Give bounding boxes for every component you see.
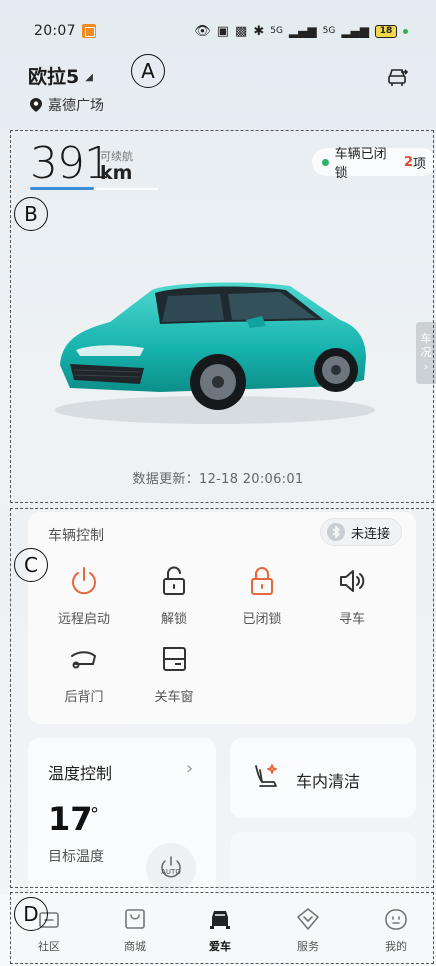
car-name: 欧拉5 (28, 66, 80, 88)
notification-app-icon (81, 24, 96, 38)
location-pin-icon (30, 98, 42, 112)
signal-2-label: 5G (322, 26, 336, 36)
location[interactable]: 嘉德广场 (30, 95, 104, 115)
region-d-outline (10, 892, 434, 964)
bluetooth-icon: ✱ (253, 23, 265, 39)
marker-d: D (14, 897, 48, 931)
region-c-outline (10, 508, 434, 888)
car-selector[interactable]: 欧拉5 ◢ (28, 62, 93, 89)
region-b-outline (10, 130, 434, 503)
eye-icon: 👁 (194, 23, 211, 39)
signal-1-icon: ▂▄▆ (288, 24, 317, 38)
status-bar: 20:07 👁 ▣ ▩ ✱ 5G ▂▄▆ 5G ▂▄▆ 18 (0, 18, 436, 44)
location-text: 嘉德广场 (48, 98, 104, 114)
marker-b: B (14, 197, 48, 231)
caret-down-icon: ◢ (85, 72, 93, 83)
marker-a: A (131, 54, 165, 88)
car-switch-icon[interactable] (386, 66, 410, 90)
signal-1-label: 5G (270, 26, 283, 36)
status-icons: 👁 ▣ ▩ ✱ 5G ▂▄▆ 5G ▂▄▆ 18 (194, 24, 408, 39)
battery-icon: 18 (375, 24, 397, 38)
status-time: 20:07 (34, 23, 76, 39)
signal-2-icon: ▂▄▆ (341, 24, 369, 38)
active-dot (403, 28, 408, 34)
app-screen: 20:07 👁 ▣ ▩ ✱ 5G ▂▄▆ 5G ▂▄▆ 18 欧拉5 ◢ 嘉德广场 … (0, 0, 436, 966)
marker-c: C (14, 548, 48, 582)
nfc-icon: ▣ (216, 23, 230, 39)
vibrate-icon: ▩ (235, 23, 248, 39)
